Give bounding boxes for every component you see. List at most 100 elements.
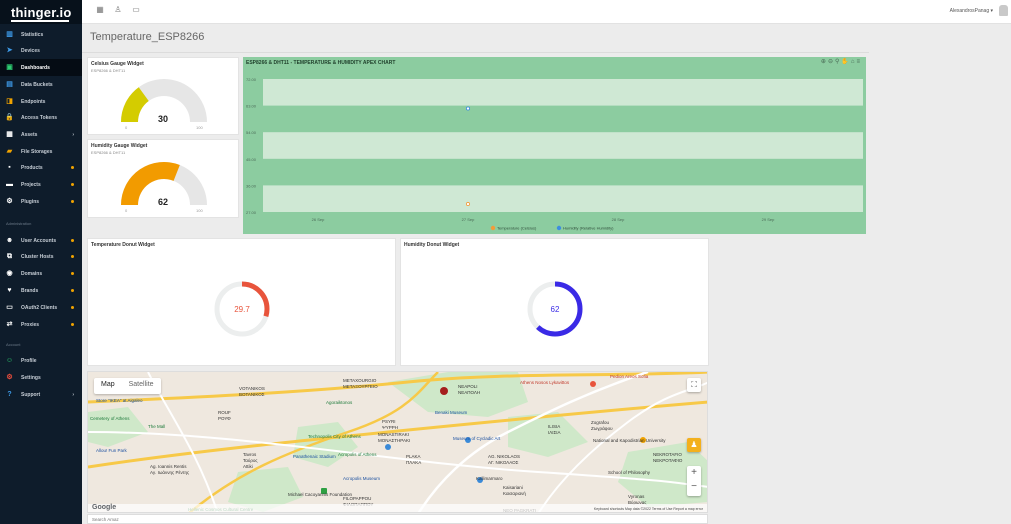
user-menu[interactable]: AlexandrosPanag ▾	[950, 8, 993, 14]
sidebar-item-user-accounts[interactable]: ☻ User Accounts	[0, 232, 82, 249]
cluster-icon: ⧉	[7, 253, 12, 260]
donut-value: 29.7	[234, 305, 250, 314]
dashboard-icon: ▣	[6, 64, 13, 71]
proxies-icon: ⇄	[6, 321, 13, 328]
magnifier-icon[interactable]: ⚲	[835, 59, 839, 66]
monitor-icon[interactable]: ▭	[132, 6, 140, 14]
poi-marker	[385, 444, 391, 450]
humidity-gauge-widget[interactable]: Humidity Gauge Widget ESP8266 & DHT11 62…	[87, 139, 239, 218]
brands-icon: ♥	[7, 287, 12, 294]
map-search-input[interactable]	[92, 517, 492, 522]
sidebar-item-oauth2-clients[interactable]: ▭ OAuth2 Clients	[0, 299, 82, 316]
legend-label[interactable]: Humidity (Relative Humidity)	[563, 226, 614, 231]
sidebar-item-statistics[interactable]: ▥ Statistics	[0, 26, 82, 43]
zoom-in-button[interactable]: +	[687, 466, 701, 480]
sidebar-item-file-storages[interactable]: ▰ File Storages	[0, 143, 82, 160]
sidebar-item-cluster-hosts[interactable]: ⧉ Cluster Hosts	[0, 248, 82, 265]
zoom-out-icon[interactable]: ⊖	[828, 59, 833, 66]
legend-label[interactable]: Temperature (Celsius)	[497, 226, 537, 231]
logo-container[interactable]: thinger.io	[0, 0, 82, 24]
user-icon[interactable]: ♙	[114, 6, 122, 14]
sidebar-item-profile[interactable]: ☺ Profile	[0, 352, 82, 369]
pan-icon[interactable]: ✋	[841, 59, 848, 66]
products-icon: ▪	[8, 164, 11, 171]
map-search-box	[87, 514, 708, 524]
divider	[82, 52, 869, 53]
sidebar-item-data-buckets[interactable]: ▤ Data Buckets	[0, 76, 82, 93]
sidebar-item-brands[interactable]: ♥ Brands	[0, 282, 82, 299]
sidebar-item-domains[interactable]: ◉ Domains	[0, 265, 82, 282]
map-place-label: ΠΛΑΚΑ	[406, 460, 422, 465]
map-place-label: Αγ. Ιωάννης Ρέντης	[150, 470, 190, 475]
x-tick-label: 29 Sep	[762, 217, 775, 222]
gauge-value: 30	[157, 114, 168, 124]
assets-icon: ▦	[6, 131, 13, 138]
celsius-gauge-widget[interactable]: Celsius Gauge Widget ESP8266 & DHT11 30 …	[87, 57, 239, 135]
sidebar-item-plugins[interactable]: ⚙ Plugins	[0, 193, 82, 210]
map-place-label: Acropolis of Athens	[338, 452, 377, 457]
map-place-label: Technopolis City of Athens	[308, 434, 361, 439]
legend-marker[interactable]	[556, 225, 562, 231]
sidebar-item-projects[interactable]: ▬ Projects	[0, 176, 82, 193]
map-place-label: Attiki	[243, 464, 253, 469]
map-place-label: PLAKA	[406, 454, 421, 459]
map-place-label: ΝΕΑΠΟΛΗ	[458, 390, 481, 395]
sidebar-section-admin: Administration	[6, 221, 32, 226]
humidity-donut-widget[interactable]: Humidity Donut Widget 62	[400, 238, 709, 366]
map-attribution[interactable]: Keyboard shortcuts Map data ©2022 Terms …	[594, 507, 703, 511]
legend-marker[interactable]	[490, 225, 496, 231]
fullscreen-button[interactable]: ⛶	[687, 378, 701, 392]
thinger-logo[interactable]: thinger.io	[11, 5, 72, 20]
park-area	[88, 407, 148, 447]
plugins-icon: ⚙	[6, 198, 13, 205]
sidebar-item-dashboards[interactable]: ▣ Dashboards	[0, 59, 82, 76]
grid-band	[263, 185, 863, 212]
apex-chart-widget[interactable]: 72.00 63.00 54.00 45.00 36.00 27.00 26 Sep 27 S…	[243, 57, 866, 234]
map-place-label: ΑΓ. ΝΙΚΟΛΑΟΣ	[488, 460, 519, 465]
sidebar-item-assets[interactable]: ▦ Assets ›	[0, 126, 82, 143]
map-widget[interactable]: METAXOURGIO ΜΕΤΑΞΟΥΡΓΕΙΟ NEAPOLI ΝΕΑΠΟΛΗ Ath…	[87, 371, 708, 513]
home-icon[interactable]: ⌂	[851, 59, 855, 66]
support-icon: ?	[7, 391, 12, 398]
status-dot	[71, 239, 74, 242]
sidebar-item-access-tokens[interactable]: 🔒 Access Tokens	[0, 109, 82, 126]
map-place-label: Benaki Museum	[435, 410, 468, 415]
menu-icon[interactable]: ≡	[856, 59, 860, 66]
sidebar-item-products[interactable]: ▪ Products	[0, 159, 82, 176]
map-type-map-button[interactable]: Map	[94, 378, 122, 394]
y-tick-label: 36.00	[246, 183, 257, 188]
sidebar-item-label: Brands	[21, 287, 39, 294]
zoom-out-button[interactable]: −	[687, 480, 701, 494]
sidebar-item-label: Domains	[21, 270, 43, 277]
avatar[interactable]	[999, 5, 1008, 16]
sidebar-item-devices[interactable]: ➤ Devices	[0, 42, 82, 59]
grid-band	[263, 132, 863, 159]
sidebar-item-endpoints[interactable]: ◨ Endpoints	[0, 93, 82, 110]
device-icon[interactable]: ▦	[96, 6, 104, 14]
map-place-label: Zografou	[591, 420, 610, 425]
data-point-temperature[interactable]	[465, 202, 470, 207]
map-place-label: Kaisariani	[503, 485, 523, 490]
y-tick-label: 72.00	[246, 77, 257, 82]
map-place-label: ILISIA	[548, 424, 561, 429]
sidebar-item-label: User Accounts	[21, 237, 57, 244]
status-dot	[71, 200, 74, 203]
sidebar-item-support[interactable]: ? Support ›	[0, 386, 82, 403]
pegman-icon[interactable]: ♟	[687, 438, 701, 452]
sidebar-item-label: Proxies	[21, 321, 40, 328]
chart-title: ESP8266 & DHT11 - TEMPERATURE & HUMIDITY…	[246, 60, 396, 66]
chart-icon: ▥	[6, 31, 13, 38]
poi-marker	[590, 381, 596, 387]
zoom-in-icon[interactable]: ⊕	[821, 59, 826, 66]
map-place-label: Καισαριανή	[503, 491, 526, 496]
data-point-humidity[interactable]	[465, 106, 470, 111]
folder-icon: ▰	[6, 148, 13, 155]
location-pin[interactable]	[440, 387, 448, 395]
sidebar-item-settings[interactable]: ⚙ Settings	[0, 369, 82, 386]
map-type-satellite-button[interactable]: Satellite	[122, 378, 161, 394]
map-place-label: PSYRI	[382, 419, 396, 424]
temperature-donut-widget[interactable]: Temperature Donut Widget 29.7	[87, 238, 396, 366]
map-place-label: The Mall	[148, 424, 166, 429]
sidebar-item-proxies[interactable]: ⇄ Proxies	[0, 316, 82, 333]
humidity-gauge	[121, 162, 207, 205]
